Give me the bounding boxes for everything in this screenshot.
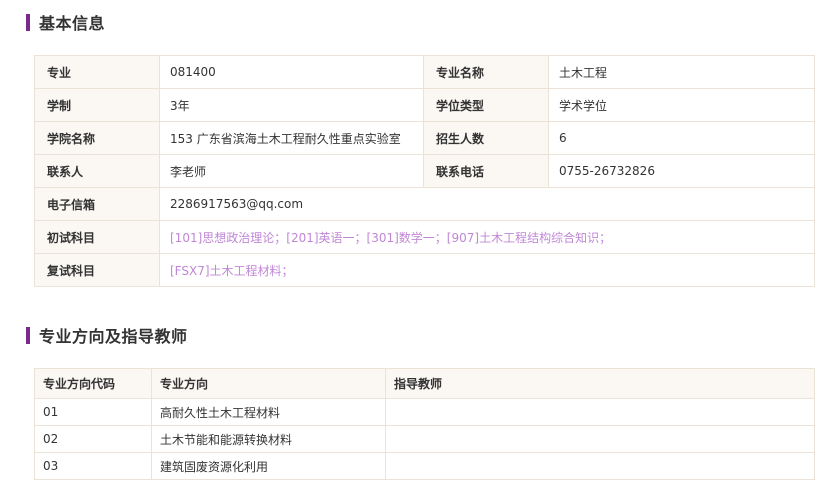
table-row: 01 高耐久性土木工程材料 — [34, 398, 815, 426]
retest-subjects-value: [FSX7]土木工程材料； — [159, 253, 815, 287]
table-row: 电子信箱 2286917563@qq.com — [34, 187, 815, 221]
table-row: 初试科目 [101]思想政治理论；[201]英语一；[301]数学一；[907]… — [34, 220, 815, 254]
retest-subjects-label: 复试科目 — [34, 253, 160, 287]
section-title-basic-info: 基本信息 — [26, 13, 106, 33]
header-advisor: 指导教师 — [385, 368, 815, 399]
table-row: 联系人 李老师 联系电话 0755-26732826 — [34, 154, 815, 188]
direction-code: 03 — [34, 452, 152, 480]
header-direction: 专业方向 — [151, 368, 386, 399]
contact-label: 联系人 — [34, 154, 160, 188]
title-accent-bar — [26, 326, 30, 344]
duration-value: 3年 — [159, 88, 424, 122]
email-value: 2286917563@qq.com — [159, 187, 815, 221]
section-title-directions: 专业方向及指导教师 — [26, 326, 188, 346]
enroll-label: 招生人数 — [423, 121, 549, 155]
table-row: 学制 3年 学位类型 学术学位 — [34, 88, 815, 122]
direction-advisor — [385, 425, 815, 453]
section-title-text: 基本信息 — [39, 14, 106, 33]
prelim-subjects-label: 初试科目 — [34, 220, 160, 254]
directions-table: 专业方向代码 专业方向 指导教师 01 高耐久性土木工程材料 02 土木节能和能… — [34, 368, 815, 480]
table-row: 03 建筑固废资源化利用 — [34, 452, 815, 480]
major-name-label: 专业名称 — [423, 55, 549, 89]
header-code: 专业方向代码 — [34, 368, 152, 399]
table-row: 专业 081400 专业名称 土木工程 — [34, 55, 815, 89]
table-row: 02 土木节能和能源转换材料 — [34, 425, 815, 453]
major-name-value: 土木工程 — [548, 55, 815, 89]
major-code-value: 081400 — [159, 55, 424, 89]
degree-type-label: 学位类型 — [423, 88, 549, 122]
enroll-value: 6 — [548, 121, 815, 155]
table-row: 学院名称 153 广东省滨海土木工程耐久性重点实验室 招生人数 6 — [34, 121, 815, 155]
direction-code: 01 — [34, 398, 152, 426]
section-title-text: 专业方向及指导教师 — [39, 327, 188, 346]
direction-name: 高耐久性土木工程材料 — [151, 398, 386, 426]
direction-advisor — [385, 398, 815, 426]
email-label: 电子信箱 — [34, 187, 160, 221]
duration-label: 学制 — [34, 88, 160, 122]
phone-value: 0755-26732826 — [548, 154, 815, 188]
direction-name: 土木节能和能源转换材料 — [151, 425, 386, 453]
prelim-subjects-value: [101]思想政治理论；[201]英语一；[301]数学一；[907]土木工程结… — [159, 220, 815, 254]
major-label: 专业 — [34, 55, 160, 89]
basic-info-table: 专业 081400 专业名称 土木工程 学制 3年 学位类型 学术学位 学院名称… — [34, 55, 815, 287]
table-header-row: 专业方向代码 专业方向 指导教师 — [34, 368, 815, 399]
college-value: 153 广东省滨海土木工程耐久性重点实验室 — [159, 121, 424, 155]
college-label: 学院名称 — [34, 121, 160, 155]
phone-label: 联系电话 — [423, 154, 549, 188]
direction-advisor — [385, 452, 815, 480]
direction-name: 建筑固废资源化利用 — [151, 452, 386, 480]
contact-value: 李老师 — [159, 154, 424, 188]
title-accent-bar — [26, 13, 30, 31]
degree-type-value: 学术学位 — [548, 88, 815, 122]
table-row: 复试科目 [FSX7]土木工程材料； — [34, 253, 815, 287]
direction-code: 02 — [34, 425, 152, 453]
